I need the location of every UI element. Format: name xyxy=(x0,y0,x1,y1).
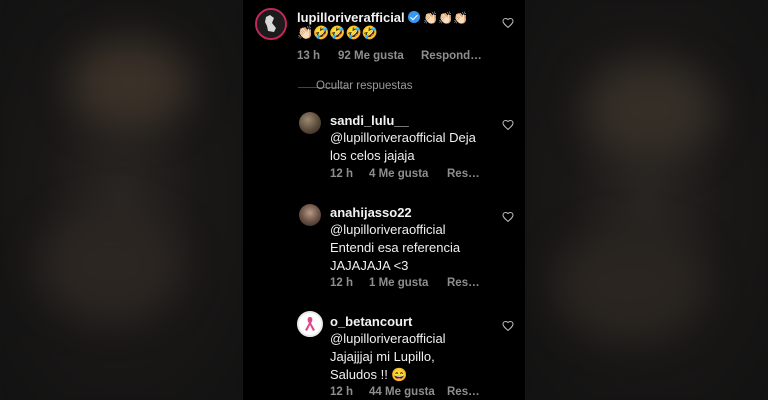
avatar[interactable] xyxy=(297,311,323,337)
comment-time: 12 h xyxy=(330,386,354,398)
blurred-background-right xyxy=(525,0,768,400)
comment-time: 12 h xyxy=(330,168,354,180)
comment-text-line: @lupilloriveraofficial xyxy=(330,331,446,346)
comment-text-line: Entendi esa referencia xyxy=(330,240,461,255)
comment-text-line: @lupilloriveraofficial Deja xyxy=(330,130,476,145)
comment-text-line: Saludos !! 😄 xyxy=(330,367,408,382)
heart-icon[interactable] xyxy=(502,119,514,131)
comment-like-count[interactable]: 92 Me gusta xyxy=(338,50,404,62)
heart-icon[interactable] xyxy=(502,320,514,332)
comment-like-count[interactable]: 4 Me gusta xyxy=(369,168,428,180)
comment-text-line: 👏🏻🤣🤣🤣🤣 xyxy=(297,25,378,40)
comment-username[interactable]: anahijasso22 xyxy=(330,205,412,220)
reply-button[interactable]: Respond… xyxy=(421,50,482,62)
verified-badge-icon xyxy=(407,11,420,23)
comments-panel: lupilloriverafficial 👏🏻👏🏻👏🏻 👏🏻🤣🤣🤣🤣 13 h … xyxy=(243,0,525,400)
comment-time: 12 h xyxy=(330,277,354,289)
comment-username[interactable]: o_betancourt xyxy=(330,314,412,329)
comment-time: 13 h xyxy=(297,50,321,62)
heart-icon[interactable] xyxy=(502,17,514,29)
comment-username[interactable]: lupilloriverafficial 👏🏻👏🏻👏🏻 xyxy=(297,10,468,25)
avatar[interactable] xyxy=(299,204,321,226)
comment-text-line: JAJAJAJA <3 xyxy=(330,258,409,273)
blurred-background-left xyxy=(0,0,243,400)
comment-username[interactable]: sandi_lulu__ xyxy=(330,113,409,128)
comment-text-line: 👏🏻👏🏻👏🏻 xyxy=(423,11,469,25)
username-text[interactable]: lupilloriverafficial xyxy=(297,10,405,25)
reply-button[interactable]: Res… xyxy=(447,386,480,398)
avatar[interactable] xyxy=(299,112,321,134)
heart-icon[interactable] xyxy=(502,211,514,223)
hide-replies-button[interactable]: Ocultar respuestas xyxy=(316,80,413,92)
comment-text-line: @lupilloriveraofficial xyxy=(330,222,446,237)
reply-button[interactable]: Res… xyxy=(447,277,480,289)
comment-like-count[interactable]: 1 Me gusta xyxy=(369,277,428,289)
avatar[interactable] xyxy=(255,8,287,40)
comment-like-count[interactable]: 44 Me gusta xyxy=(369,386,435,398)
pink-ribbon-icon xyxy=(305,317,315,331)
comment-text-line: Jajajjjaj mi Lupillo, xyxy=(330,349,435,364)
comment-text-line: los celos jajaja xyxy=(330,148,415,163)
reply-button[interactable]: Res… xyxy=(447,168,480,180)
